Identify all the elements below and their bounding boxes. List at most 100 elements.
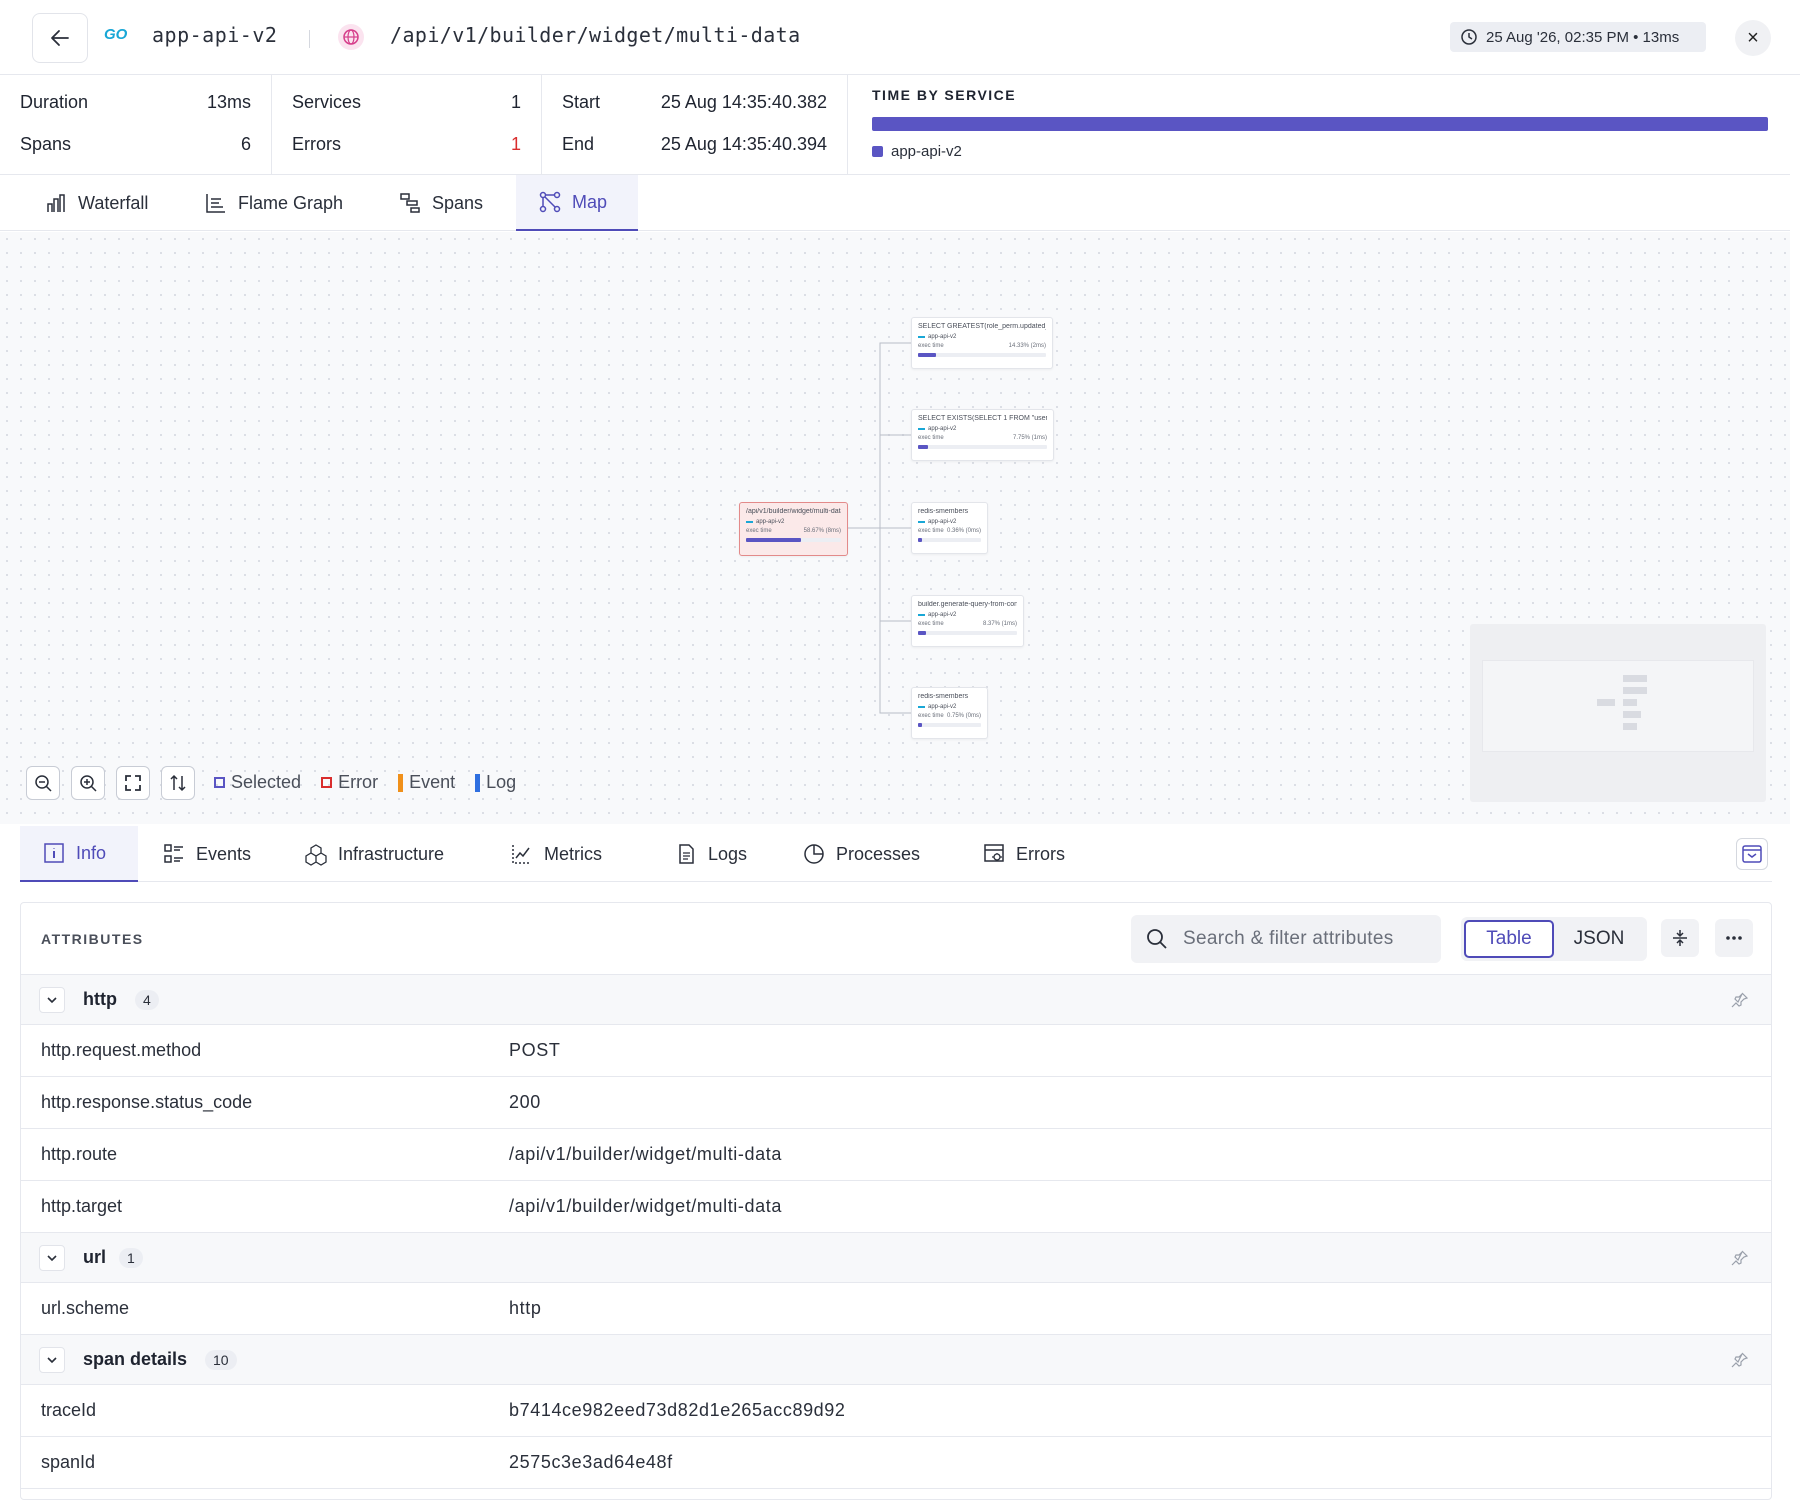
services-label: Services	[292, 91, 362, 112]
chevron-down-icon[interactable]	[39, 1244, 65, 1271]
map-node-root[interactable]: /api/v1/builder/widget/multi-data app-ap…	[739, 502, 848, 556]
tab-metrics[interactable]: Metrics	[488, 826, 624, 882]
trace-header: GO app-api-v2 /api/v1/builder/widget/mul…	[0, 0, 1800, 75]
node-title: builder.generate-query-from-config	[918, 601, 1017, 608]
table-view-button[interactable]: Table	[1464, 920, 1554, 958]
tab-errors[interactable]: Errors	[960, 826, 1087, 882]
attribute-key: http.request.method	[41, 1040, 202, 1060]
close-button[interactable]: ×	[1735, 20, 1771, 56]
end-value: 25 Aug 14:35:40.394	[660, 133, 827, 154]
attribute-group-span-details[interactable]: span details 10	[21, 1335, 1771, 1385]
attribute-key: spanId	[41, 1452, 96, 1472]
node-time-bar	[918, 538, 981, 542]
attribute-value: 200	[509, 1092, 541, 1112]
back-button[interactable]	[32, 13, 88, 63]
map-node-builder-generate[interactable]: builder.generate-query-from-config app-a…	[911, 595, 1024, 647]
start-label: Start	[562, 91, 601, 112]
chevron-down-icon[interactable]	[39, 986, 65, 1013]
pin-icon[interactable]	[1731, 991, 1749, 1009]
map-node-redis-smembers-1[interactable]: redis-smembers app-api-v2 exec time 0.36%…	[911, 502, 988, 554]
zoom-in-button[interactable]	[71, 766, 105, 800]
minimap[interactable]	[1470, 624, 1766, 802]
stats-services-errors: Services 1 Errors 1	[272, 75, 542, 175]
attribute-value: http	[509, 1298, 542, 1318]
tab-infrastructure[interactable]: Infrastructure	[282, 826, 466, 882]
attribute-row[interactable]: spanId 2575c3e3ad64e48f	[21, 1437, 1771, 1489]
more-options-button[interactable]	[1715, 919, 1753, 957]
node-time: exec time 14.33% (2ms)	[918, 343, 1046, 349]
legend-service-name: app-api-v2	[891, 143, 962, 160]
attribute-row[interactable]: http.route /api/v1/builder/widget/multi-…	[21, 1129, 1771, 1181]
attribute-row[interactable]: http.target /api/v1/builder/widget/multi…	[21, 1181, 1771, 1233]
tab-label: Map	[572, 191, 608, 212]
chevron-down-icon[interactable]	[39, 1346, 65, 1373]
node-title: SELECT EXISTS(SELECT 1 FROM "user" WHER.…	[918, 415, 1047, 422]
attribute-group-url[interactable]: url 1	[21, 1233, 1771, 1283]
tab-info[interactable]: Info	[20, 826, 138, 882]
compress-icon	[1673, 930, 1687, 946]
tab-processes[interactable]: Processes	[780, 826, 942, 882]
node-title: /api/v1/builder/widget/multi-data	[746, 508, 841, 515]
attribute-group-http[interactable]: http 4	[21, 975, 1771, 1025]
tab-label: Info	[76, 842, 107, 863]
tab-label: Waterfall	[78, 192, 149, 213]
node-service: app-api-v2	[918, 704, 981, 710]
map-icon	[539, 191, 561, 213]
attribute-row[interactable]: http.response.status_code 200	[21, 1077, 1771, 1129]
attribute-search[interactable]	[1131, 915, 1441, 963]
tab-map[interactable]: Map	[516, 175, 638, 231]
spans-icon	[400, 193, 420, 213]
json-view-button[interactable]: JSON	[1554, 920, 1644, 958]
duration-label: Duration	[20, 91, 89, 112]
node-time-bar	[918, 353, 1046, 357]
attribute-row[interactable]: http.request.method POST	[21, 1025, 1771, 1077]
tab-logs[interactable]: Logs	[652, 826, 769, 882]
map-node-select-exists[interactable]: SELECT EXISTS(SELECT 1 FROM "user" WHER.…	[911, 409, 1054, 461]
close-icon: ×	[1747, 26, 1759, 49]
error-swatch	[321, 777, 333, 788]
node-title: redis-smembers	[918, 508, 969, 515]
tab-spans[interactable]: Spans	[376, 175, 505, 231]
map-node-redis-smembers-2[interactable]: redis-smembers app-api-v2 exec time 0.75%…	[911, 687, 988, 739]
search-input[interactable]	[1183, 928, 1423, 950]
map-node-select-greatest[interactable]: SELECT GREATEST(role_perm.updated_at, p.…	[911, 317, 1053, 369]
pin-icon[interactable]	[1731, 1351, 1749, 1369]
collapse-all-button[interactable]	[1661, 919, 1699, 957]
selected-swatch	[214, 777, 225, 788]
tab-label: Flame Graph	[238, 192, 344, 213]
node-service: app-api-v2	[918, 612, 1017, 618]
fit-view-button[interactable]	[116, 766, 150, 800]
node-time: exec time 7.75% (1ms)	[918, 435, 1047, 441]
minimap-viewport[interactable]	[1482, 660, 1754, 752]
group-count: 10	[205, 1349, 237, 1370]
zoom-out-button[interactable]	[26, 766, 60, 800]
stats-start-end: Start 25 Aug 14:35:40.382 End 25 Aug 14:35…	[542, 75, 848, 175]
trace-stats: Duration 13ms Spans 6 Services 1 Errors 1 St…	[0, 75, 1790, 175]
arrow-left-icon	[51, 30, 69, 46]
time-by-service-bar[interactable]	[872, 117, 1768, 131]
node-title: SELECT GREATEST(role_perm.updated_at, p.…	[918, 323, 1046, 330]
globe-icon	[338, 24, 364, 50]
arrows-up-down-icon	[170, 774, 186, 792]
trace-map-canvas[interactable]: /api/v1/builder/widget/multi-data app-ap…	[0, 232, 1790, 824]
node-time: exec time 58.67% (8ms)	[746, 528, 841, 534]
tab-label: Processes	[836, 843, 921, 864]
attribute-row[interactable]: traceId b7414ce982eed73d82d1e265acc89d92	[21, 1385, 1771, 1437]
logs-icon	[679, 844, 694, 864]
tab-label: Events	[196, 843, 252, 864]
attribute-value: 2575c3e3ad64e48f	[509, 1452, 673, 1472]
ellipsis-icon	[1726, 936, 1742, 940]
swap-direction-button[interactable]	[161, 766, 195, 800]
tab-flame-graph[interactable]: Flame Graph	[182, 175, 365, 231]
node-time: exec time 0.75% (0ms)	[918, 713, 981, 719]
attributes-header: ATTRIBUTES Table JSON	[21, 903, 1771, 975]
tab-events[interactable]: Events	[140, 826, 273, 882]
processes-icon	[804, 844, 824, 864]
pin-icon[interactable]	[1731, 1249, 1749, 1267]
node-service: app-api-v2	[918, 426, 1047, 432]
collapse-panel-button[interactable]	[1736, 838, 1768, 870]
attribute-row[interactable]: url.scheme http	[21, 1283, 1771, 1335]
tab-label: Errors	[1016, 843, 1065, 864]
tab-waterfall[interactable]: Waterfall	[22, 175, 170, 231]
fullscreen-icon	[125, 775, 141, 791]
